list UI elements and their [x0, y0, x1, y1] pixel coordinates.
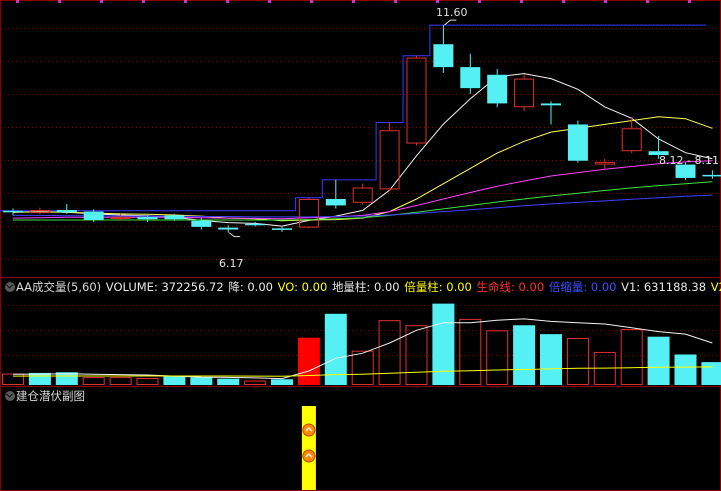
- signal-panel: [301, 406, 316, 490]
- volume-bar: [136, 378, 159, 385]
- dilizhu-value: 地量柱: 0.00: [331, 280, 400, 294]
- candle-body: [272, 228, 292, 230]
- low-price-label: 6.17: [219, 257, 244, 270]
- top-tick: [478, 0, 481, 3]
- top-tick: [520, 0, 523, 3]
- low-pointer: [228, 232, 241, 238]
- candle-body: [137, 216, 158, 220]
- volume-panel: [2, 303, 721, 386]
- volume-bar: [486, 330, 509, 386]
- candle-body: [379, 130, 400, 190]
- candle-body: [541, 103, 561, 106]
- volume-bar: [513, 325, 536, 385]
- candle-body: [110, 216, 131, 219]
- high-pointer: [444, 19, 457, 26]
- top-tick: [310, 0, 313, 3]
- candle-body: [164, 215, 185, 220]
- high-price-label: 11.60: [436, 6, 468, 19]
- vol-ma-a-line: [12, 318, 713, 380]
- candle-body: [218, 227, 239, 230]
- chart-grid: [0, 0, 721, 491]
- volume-bar: [217, 378, 240, 385]
- price-annotations: 11.60 6.17 8.12 - 8.11: [219, 6, 719, 270]
- top-tick: [646, 0, 649, 3]
- shengmingxian-value: 生命线: 0.00: [476, 280, 545, 294]
- right-price-label: 8.12 - 8.11: [659, 154, 719, 167]
- v1-value: V1: 631188.38: [621, 280, 707, 294]
- candle-body: [567, 124, 588, 161]
- volume-bar: [163, 375, 186, 385]
- volume-bar: [244, 380, 267, 385]
- signal-marker-icon: [302, 449, 316, 463]
- top-tick: [226, 0, 229, 3]
- volume-bar: [351, 350, 374, 385]
- beiliangzhu-value: 倍量柱: 0.00: [404, 280, 472, 294]
- top-tick: [184, 0, 187, 3]
- vo-value: VO: 0.00: [277, 280, 328, 294]
- candle-body: [621, 128, 642, 152]
- indicator-title[interactable]: AA成交量(5,60): [16, 280, 101, 294]
- top-tick: [562, 0, 565, 3]
- stock-chart: 11.60 6.17 8.12 - 8.11: [0, 0, 721, 491]
- candle-body: [3, 210, 23, 213]
- top-tick: [268, 0, 271, 3]
- candle-body: [352, 187, 373, 203]
- volume-bar: [432, 303, 455, 385]
- beisuoliang-value: 倍缩量: 0.00: [548, 280, 617, 294]
- candle-body: [245, 223, 266, 226]
- volume-bar: [297, 337, 320, 385]
- volume-bar: [28, 372, 51, 385]
- price-panel: [0, 19, 721, 238]
- collapse-toggle-icon[interactable]: [5, 282, 15, 292]
- volume-value: VOLUME: 372256.72: [105, 280, 224, 294]
- candle-body: [433, 44, 454, 68]
- volume-indicator-header: AA成交量(5,60) VOLUME: 372256.72 降: 0.00 VO…: [0, 278, 721, 296]
- indicator-title[interactable]: 建仓潜伏副图: [16, 389, 85, 403]
- signal-indicator-header: 建仓潜伏副图: [0, 387, 721, 405]
- volume-bar: [190, 377, 213, 385]
- top-tick: [604, 0, 607, 3]
- volume-bar: [109, 377, 132, 386]
- top-tick: [142, 0, 145, 3]
- high-step-line: [0, 24, 706, 212]
- volume-bar: [271, 379, 293, 385]
- candle-body: [594, 161, 615, 165]
- volume-bar: [540, 334, 562, 385]
- volume-bar: [701, 362, 721, 385]
- candle-body: [460, 67, 481, 89]
- top-tick: [58, 0, 61, 3]
- collapse-toggle-icon[interactable]: [5, 391, 15, 401]
- candle-body: [191, 220, 212, 227]
- volume-bar: [82, 377, 105, 386]
- candle-body: [514, 78, 535, 108]
- top-tick: [16, 0, 19, 3]
- top-tick: [394, 0, 397, 3]
- top-tick: [352, 0, 355, 3]
- candle-body: [298, 198, 319, 228]
- volume-bar: [459, 318, 482, 385]
- candle-body: [487, 74, 508, 104]
- signal-bar: [301, 406, 316, 490]
- signal-marker-icon: [302, 423, 316, 437]
- jiang-value: 降: 0.00: [228, 280, 273, 294]
- top-tick: [688, 0, 691, 3]
- candle-body: [702, 174, 721, 177]
- volume-bar: [566, 337, 589, 386]
- candle-body: [325, 198, 346, 206]
- volume-bar: [674, 354, 697, 385]
- candle-body: [406, 57, 427, 144]
- volume-bar: [620, 329, 643, 385]
- chart-frame: [0, 0, 721, 491]
- candle-body: [56, 210, 77, 213]
- candle-body: [83, 211, 104, 220]
- top-tick: [436, 0, 439, 3]
- top-tick: [100, 0, 103, 3]
- v2-value: V2: 3: [710, 280, 721, 294]
- volume-bar: [647, 336, 670, 385]
